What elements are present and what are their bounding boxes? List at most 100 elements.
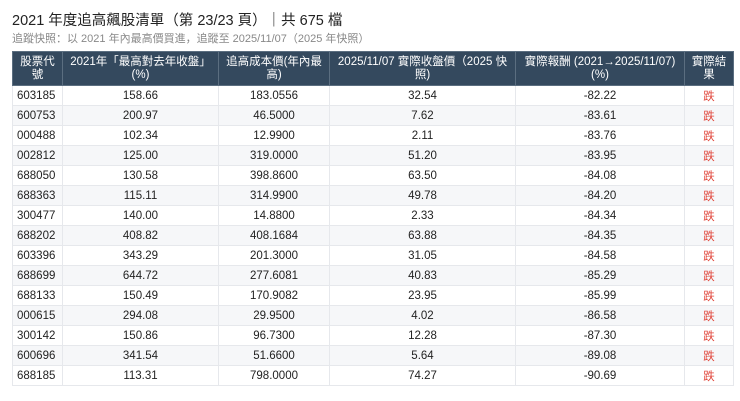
table-row: 688050 130.58 398.8600 63.50 -84.08 跌 (12, 165, 734, 186)
cost-price-cell: 201.3000 (218, 245, 330, 266)
cost-price-cell: 183.0556 (218, 85, 330, 106)
table-row: 688363 115.11 314.9900 49.78 -84.20 跌 (12, 185, 734, 206)
stock-code-cell: 600753 (12, 105, 63, 126)
actual-return-cell: -83.95 (515, 145, 685, 166)
result-cell: 跌 (684, 285, 734, 306)
header-max-gain: 2021年「最高對去年收盤」(%) (62, 51, 219, 86)
table-row: 688699 644.72 277.6081 40.83 -85.29 跌 (12, 265, 734, 286)
cost-price-cell: 12.9900 (218, 125, 330, 146)
result-cell: 跌 (684, 145, 734, 166)
table-row: 000615 294.08 29.9500 4.02 -86.58 跌 (12, 305, 734, 326)
actual-return-cell: -85.99 (515, 285, 685, 306)
result-cell: 跌 (684, 125, 734, 146)
table-header-row: 股票代號 2021年「最高對去年收盤」(%) 追高成本價(年內最高) 2025/… (12, 51, 734, 86)
actual-return-cell: -85.29 (515, 265, 685, 286)
max-gain-cell: 200.97 (62, 105, 219, 126)
stock-code-cell: 688185 (12, 365, 63, 386)
actual-return-cell: -83.61 (515, 105, 685, 126)
close-price-cell: 74.27 (329, 365, 516, 386)
header-result: 實際結果 (684, 51, 734, 86)
stock-code-cell: 000488 (12, 125, 63, 146)
close-price-cell: 32.54 (329, 85, 516, 106)
table-row: 000488 102.34 12.9900 2.11 -83.76 跌 (12, 125, 734, 146)
actual-return-cell: -87.30 (515, 325, 685, 346)
close-price-cell: 4.02 (329, 305, 516, 326)
actual-return-cell: -84.34 (515, 205, 685, 226)
actual-return-cell: -84.35 (515, 225, 685, 246)
actual-return-cell: -86.58 (515, 305, 685, 326)
max-gain-cell: 341.54 (62, 345, 219, 366)
cost-price-cell: 29.9500 (218, 305, 330, 326)
close-price-cell: 40.83 (329, 265, 516, 286)
result-cell: 跌 (684, 165, 734, 186)
table-row: 300477 140.00 14.8800 2.33 -84.34 跌 (12, 205, 734, 226)
cost-price-cell: 408.1684 (218, 225, 330, 246)
close-price-cell: 2.33 (329, 205, 516, 226)
table-row: 688133 150.49 170.9082 23.95 -85.99 跌 (12, 285, 734, 306)
actual-return-cell: -82.22 (515, 85, 685, 106)
stock-code-cell: 688202 (12, 225, 63, 246)
result-cell: 跌 (684, 245, 734, 266)
close-price-cell: 7.62 (329, 105, 516, 126)
table-row: 688202 408.82 408.1684 63.88 -84.35 跌 (12, 225, 734, 246)
result-cell: 跌 (684, 185, 734, 206)
table-row: 688185 113.31 798.0000 74.27 -90.69 跌 (12, 365, 734, 386)
max-gain-cell: 102.34 (62, 125, 219, 146)
page-subtitle: 追蹤快照：以 2021 年內最高價買進，追蹤至 2025/11/07（2025 … (12, 33, 370, 45)
stock-code-cell: 300142 (12, 325, 63, 346)
stock-code-cell: 688363 (12, 185, 63, 206)
stock-code-cell: 000615 (12, 305, 63, 326)
result-cell: 跌 (684, 225, 734, 246)
result-cell: 跌 (684, 365, 734, 386)
header-close-price: 2025/11/07 實際收盤價（2025 快照) (329, 51, 516, 86)
max-gain-cell: 294.08 (62, 305, 219, 326)
table-row: 600753 200.97 46.5000 7.62 -83.61 跌 (12, 105, 734, 126)
close-price-cell: 12.28 (329, 325, 516, 346)
stock-code-cell: 603185 (12, 85, 63, 106)
table-row: 600696 341.54 51.6600 5.64 -89.08 跌 (12, 345, 734, 366)
stock-table: 股票代號 2021年「最高對去年收盤」(%) 追高成本價(年內最高) 2025/… (12, 51, 734, 386)
header-return: 實際報酬 (2021→2025/11/07) (%) (515, 51, 685, 86)
stock-code-cell: 688699 (12, 265, 63, 286)
actual-return-cell: -84.58 (515, 245, 685, 266)
close-price-cell: 63.88 (329, 225, 516, 246)
cost-price-cell: 51.6600 (218, 345, 330, 366)
table-row: 603396 343.29 201.3000 31.05 -84.58 跌 (12, 245, 734, 266)
result-cell: 跌 (684, 305, 734, 326)
stock-code-cell: 600696 (12, 345, 63, 366)
page-title: 2021 年度追高飆股清單（第 23/23 頁）｜共 675 檔 (12, 13, 343, 29)
max-gain-cell: 140.00 (62, 205, 219, 226)
actual-return-cell: -90.69 (515, 365, 685, 386)
close-price-cell: 23.95 (329, 285, 516, 306)
max-gain-cell: 158.66 (62, 85, 219, 106)
cost-price-cell: 96.7300 (218, 325, 330, 346)
max-gain-cell: 150.86 (62, 325, 219, 346)
max-gain-cell: 150.49 (62, 285, 219, 306)
cost-price-cell: 170.9082 (218, 285, 330, 306)
actual-return-cell: -84.20 (515, 185, 685, 206)
result-cell: 跌 (684, 205, 734, 226)
cost-price-cell: 46.5000 (218, 105, 330, 126)
cost-price-cell: 314.9900 (218, 185, 330, 206)
table-row: 300142 150.86 96.7300 12.28 -87.30 跌 (12, 325, 734, 346)
result-cell: 跌 (684, 345, 734, 366)
close-price-cell: 2.11 (329, 125, 516, 146)
table-row: 603185 158.66 183.0556 32.54 -82.22 跌 (12, 85, 734, 106)
actual-return-cell: -89.08 (515, 345, 685, 366)
close-price-cell: 51.20 (329, 145, 516, 166)
header-code: 股票代號 (12, 51, 63, 86)
close-price-cell: 5.64 (329, 345, 516, 366)
stock-code-cell: 002812 (12, 145, 63, 166)
max-gain-cell: 408.82 (62, 225, 219, 246)
max-gain-cell: 343.29 (62, 245, 219, 266)
stock-code-cell: 688133 (12, 285, 63, 306)
cost-price-cell: 798.0000 (218, 365, 330, 386)
result-cell: 跌 (684, 105, 734, 126)
stock-code-cell: 603396 (12, 245, 63, 266)
cost-price-cell: 398.8600 (218, 165, 330, 186)
max-gain-cell: 130.58 (62, 165, 219, 186)
close-price-cell: 49.78 (329, 185, 516, 206)
stock-code-cell: 300477 (12, 205, 63, 226)
actual-return-cell: -84.08 (515, 165, 685, 186)
close-price-cell: 63.50 (329, 165, 516, 186)
